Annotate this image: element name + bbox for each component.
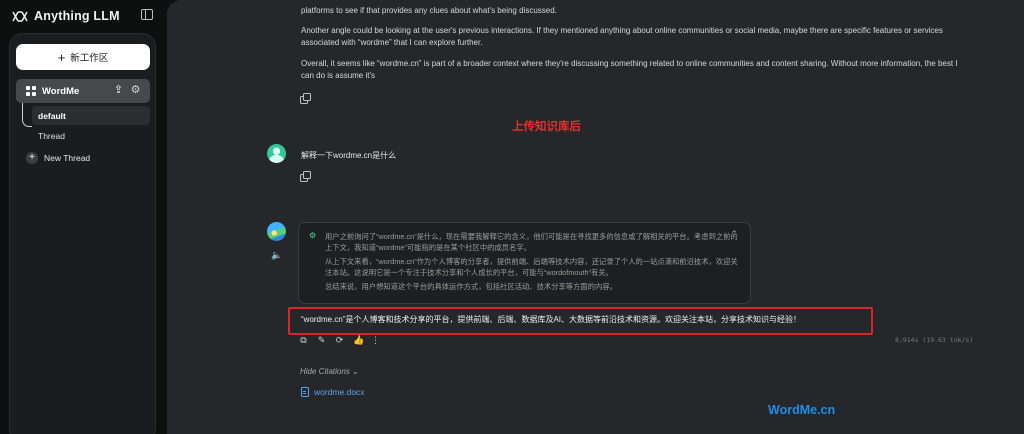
thread-label: Thread [38, 131, 65, 141]
copy-icon[interactable] [300, 171, 311, 182]
regenerate-icon[interactable]: ⟳ [335, 335, 344, 346]
thumbs-up-icon[interactable]: 👍 [353, 335, 364, 346]
thought-text: 总结来说，用户想知道这个平台的具体运作方式，包括社区活动、技术分享等方面的内容。 [325, 282, 617, 291]
more-icon[interactable]: ⋮ [371, 335, 380, 346]
copy-icon[interactable] [300, 93, 311, 104]
highlight-annotation-box [288, 307, 873, 335]
upload-icon[interactable]: ⇪ [113, 85, 124, 96]
grid-icon [26, 86, 36, 96]
user-avatar [267, 144, 286, 163]
workspace-item-wordme[interactable]: WordMe ⇪ ⚙ [16, 79, 150, 103]
user-message: 解释一下wordme.cn是什么 [301, 151, 397, 160]
thinking-panel[interactable]: ⚙ ⌃ 用户之前询问了“wordme.cn”是什么，现在需要我解释它的含义，他们… [298, 222, 751, 304]
thought-text: 用户之前询问了“wordme.cn”是什么，现在需要我解释它的含义，他们可能是在… [325, 232, 738, 252]
brain-icon: ⚙ [309, 231, 317, 240]
citation-filename: wordme.docx [314, 387, 365, 397]
watermark: WordMe.cn [768, 403, 836, 417]
message-actions: ⧉ ✎ ⟳ 👍 ⋮ [299, 335, 380, 346]
generation-metrics: 8.914s (19.63 tok/s) [895, 336, 974, 344]
chat-panel: platforms to see if that provides any cl… [167, 0, 1024, 434]
annotation-label: 上传知识库后 [512, 121, 581, 133]
thought-text: 从上下文来看，“wordme.cn”作为个人博客的分享者，提供前端、后端等技术内… [325, 257, 738, 277]
hide-citations-toggle[interactable]: Hide Citations ⌄ [300, 367, 359, 376]
thread-item-default[interactable]: default [32, 106, 150, 125]
thread-label: default [38, 110, 66, 121]
citation-link[interactable]: wordme.docx [301, 387, 365, 397]
new-workspace-label: 新工作区 [70, 53, 109, 64]
edit-icon[interactable]: ✎ [317, 335, 326, 346]
thread-connector [22, 103, 32, 127]
plus-icon: + [57, 49, 66, 65]
new-thread-button[interactable]: + New Thread [26, 152, 90, 164]
assistant-avatar [267, 222, 286, 241]
speaker-icon[interactable]: 🔈 [271, 250, 282, 261]
previous-reply-text: Another angle could be looking at the us… [301, 26, 943, 47]
previous-reply-text: platforms to see if that provides any cl… [301, 6, 557, 15]
copy-icon[interactable]: ⧉ [299, 335, 308, 346]
plus-icon: + [26, 152, 38, 164]
new-workspace-button[interactable]: + 新工作区 [16, 44, 150, 70]
sidebar-panel-icon[interactable] [141, 9, 153, 20]
app-header: Anything LLM [0, 0, 160, 32]
previous-reply-text: Overall, it seems like “wordme.cn” is pa… [301, 59, 958, 80]
gear-icon[interactable]: ⚙ [130, 85, 141, 96]
new-thread-label: New Thread [44, 153, 91, 163]
app-name: Anything LLM [34, 9, 120, 23]
app-logo[interactable]: Anything LLM [12, 9, 120, 23]
link-infinity-icon [12, 10, 28, 22]
workspace-name: WordMe [42, 85, 80, 97]
sidebar: + 新工作区 WordMe ⇪ ⚙ default Thread + New T… [9, 33, 156, 434]
thread-item-thread[interactable]: Thread [38, 131, 65, 141]
workspace-actions: ⇪ ⚙ [113, 85, 141, 96]
document-icon [301, 387, 309, 397]
chevron-up-icon[interactable]: ⌃ [730, 229, 738, 240]
